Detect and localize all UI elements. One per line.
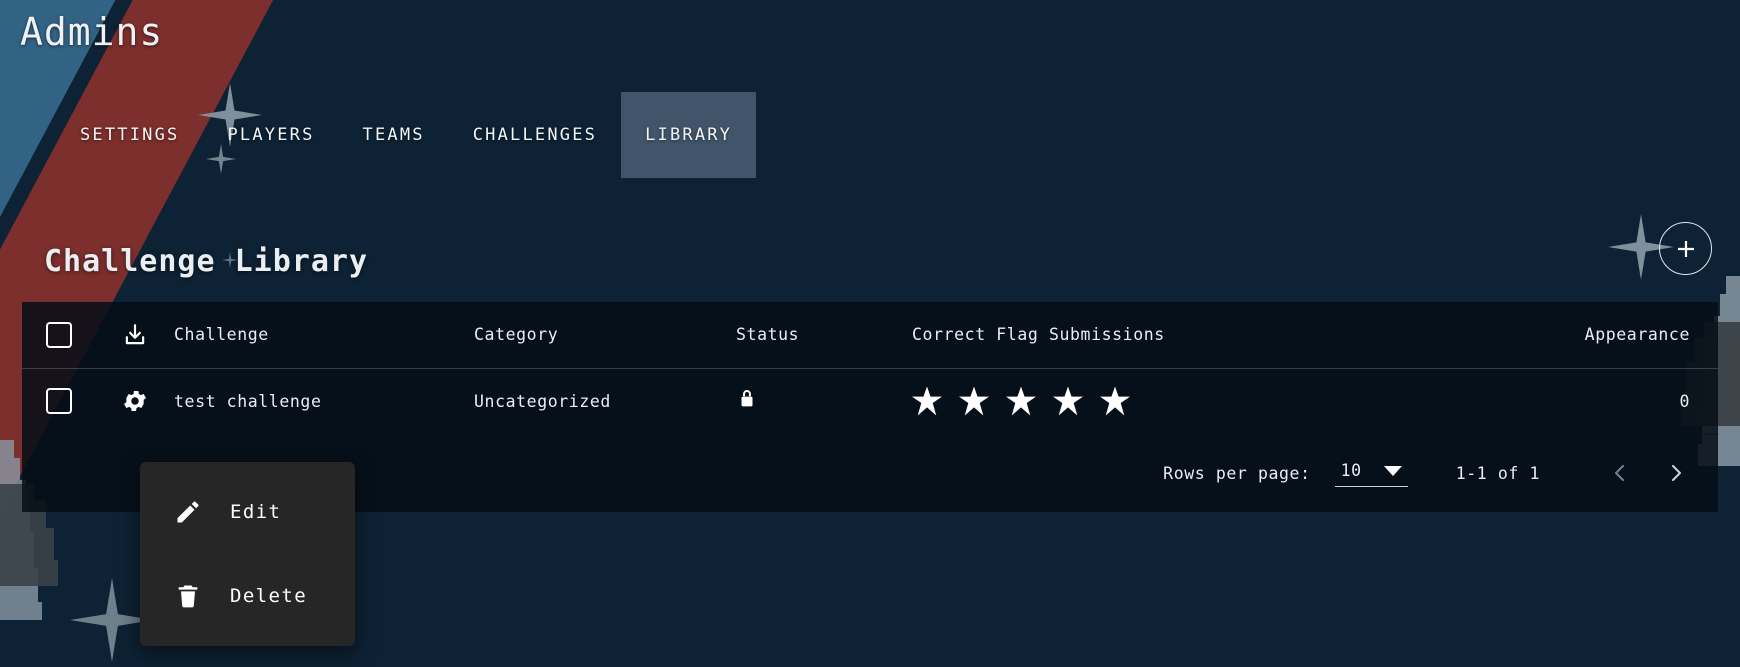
- previous-page-button[interactable]: [1592, 445, 1648, 501]
- tab-challenges[interactable]: CHALLENGES: [449, 92, 621, 178]
- tab-players[interactable]: PLAYERS: [203, 92, 338, 178]
- header-appearance[interactable]: Appearance: [1442, 302, 1718, 369]
- download-icon: [125, 323, 145, 344]
- rows-per-page-label: Rows per page:: [1163, 463, 1311, 483]
- app-title: Admins: [20, 10, 164, 54]
- tab-library[interactable]: LIBRARY: [621, 92, 757, 178]
- context-menu-label-edit: Edit: [230, 501, 282, 523]
- plus-icon: [1677, 240, 1694, 257]
- row-context-menu: Edit Delete: [140, 462, 355, 646]
- row-checkbox[interactable]: [46, 388, 72, 414]
- context-menu-item-delete[interactable]: Delete: [140, 554, 355, 638]
- tab-settings[interactable]: SETTINGS: [56, 92, 203, 178]
- table-header-row: Challenge Category Status Correct Flag S…: [22, 302, 1718, 369]
- header-category[interactable]: Category: [474, 302, 736, 369]
- cell-category: Uncategorized: [474, 368, 736, 435]
- header-challenge[interactable]: Challenge: [174, 302, 474, 369]
- chevron-right-icon: [1671, 464, 1682, 482]
- rows-per-page-select[interactable]: 10: [1334, 459, 1408, 487]
- trash-icon: [174, 582, 216, 610]
- rows-per-page-value: 10: [1340, 461, 1362, 480]
- download-button[interactable]: [118, 318, 152, 352]
- star-rating: [912, 386, 1442, 416]
- header-download: [96, 302, 174, 369]
- star-filled-icon: [1006, 386, 1036, 416]
- header-status[interactable]: Status: [736, 302, 912, 369]
- pencil-icon: [174, 498, 216, 526]
- chevron-left-icon: [1614, 464, 1625, 482]
- cell-status: [736, 368, 912, 435]
- star-filled-icon: [912, 386, 942, 416]
- context-menu-item-edit[interactable]: Edit: [140, 470, 355, 554]
- star-filled-icon: [1100, 386, 1130, 416]
- challenge-library-table: Challenge Category Status Correct Flag S…: [22, 302, 1718, 435]
- select-all-checkbox[interactable]: [46, 321, 72, 348]
- context-menu-label-delete: Delete: [230, 585, 308, 607]
- add-challenge-button[interactable]: [1659, 222, 1712, 275]
- page-title: Challenge Library: [44, 244, 369, 280]
- gear-icon: [124, 390, 146, 411]
- cell-correct-flag-submissions: [912, 368, 1442, 435]
- row-action-cell: [96, 368, 174, 435]
- next-page-button[interactable]: [1648, 445, 1704, 501]
- cell-challenge-name: test challenge: [174, 368, 474, 435]
- star-filled-icon: [1053, 386, 1083, 416]
- cell-appearance: 0: [1442, 368, 1718, 435]
- chevron-down-icon: [1383, 465, 1402, 476]
- table-row[interactable]: test challenge Uncategorized 0: [22, 368, 1718, 435]
- lock-icon: [736, 387, 758, 415]
- row-select-cell: [22, 368, 96, 435]
- star-filled-icon: [959, 386, 989, 416]
- app-root: Admins SETTINGS PLAYERS TEAMS CHALLENGES…: [0, 0, 1740, 667]
- header-select-all: [22, 302, 96, 369]
- header-correct-flag-submissions[interactable]: Correct Flag Submissions: [912, 302, 1442, 369]
- main-navigation: SETTINGS PLAYERS TEAMS CHALLENGES LIBRAR…: [0, 92, 1740, 178]
- row-settings-button[interactable]: [118, 384, 152, 418]
- tab-teams[interactable]: TEAMS: [339, 92, 449, 178]
- pagination-range-label: 1-1 of 1: [1455, 463, 1540, 483]
